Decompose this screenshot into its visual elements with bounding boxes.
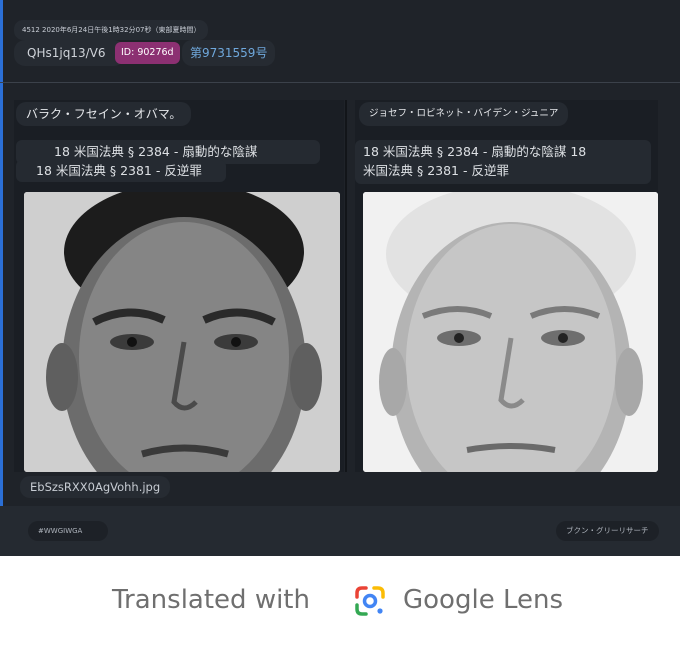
left-caption-line2: 18 米国法典 § 2381 - 反逆罪 <box>36 163 202 178</box>
obama-portrait-illustration <box>24 192 340 472</box>
header-divider <box>0 82 680 83</box>
image-panel-left: バラク・フセイン・オバマ。 18 米国法典 § 2384 - 扇動的な陰謀 18… <box>14 100 344 472</box>
attachment-filename[interactable]: EbSzsRXX0AgVohh.jpg <box>20 476 171 498</box>
right-caption-line1: 18 米国法典 § 2384 - 扇動的な陰謀 18 <box>363 144 587 159</box>
post-meta: 4512 2020年6月24日午後1時32分07秒（東部夏時間） <box>14 20 209 40</box>
biden-portrait-illustration <box>363 192 658 472</box>
post-number-link[interactable]: 第9731559号 <box>182 40 276 66</box>
left-name-label: バラク・フセイン・オバマ。 <box>16 102 192 126</box>
biden-portrait-photo[interactable] <box>363 192 658 472</box>
watermark-prefix-text: Translated with <box>112 585 310 615</box>
hashtag-pill[interactable]: #WWGIWGA <box>28 521 108 541</box>
left-caption-line1: 18 米国法典 § 2384 - 扇動的な陰謀 <box>54 144 258 159</box>
right-caption-line2: 米国法典 § 2381 - 反逆罪 <box>363 163 509 178</box>
post-accent-edge <box>0 0 3 556</box>
right-name-label: ジョセフ・ロビネット・バイデン・ジュニア <box>359 102 569 126</box>
obama-portrait-photo[interactable] <box>24 192 340 472</box>
research-link[interactable]: ブクン・グリーリサーチ <box>556 521 659 541</box>
watermark-brand-text: Google Lens <box>403 585 563 615</box>
image-panel-right: ジョセフ・ロビネット・バイデン・ジュニア 18 米国法典 § 2384 - 扇動… <box>355 100 658 472</box>
username[interactable]: QHs1jq13/V6 <box>14 40 125 66</box>
poster-id-badge[interactable]: ID: 90276d <box>115 42 180 64</box>
post-card: 4512 2020年6月24日午後1時32分07秒（東部夏時間） QHs1jq1… <box>0 0 680 556</box>
google-lens-icon <box>355 586 385 616</box>
column-separator <box>345 100 347 472</box>
translation-watermark: Translated with Google Lens <box>0 556 680 649</box>
